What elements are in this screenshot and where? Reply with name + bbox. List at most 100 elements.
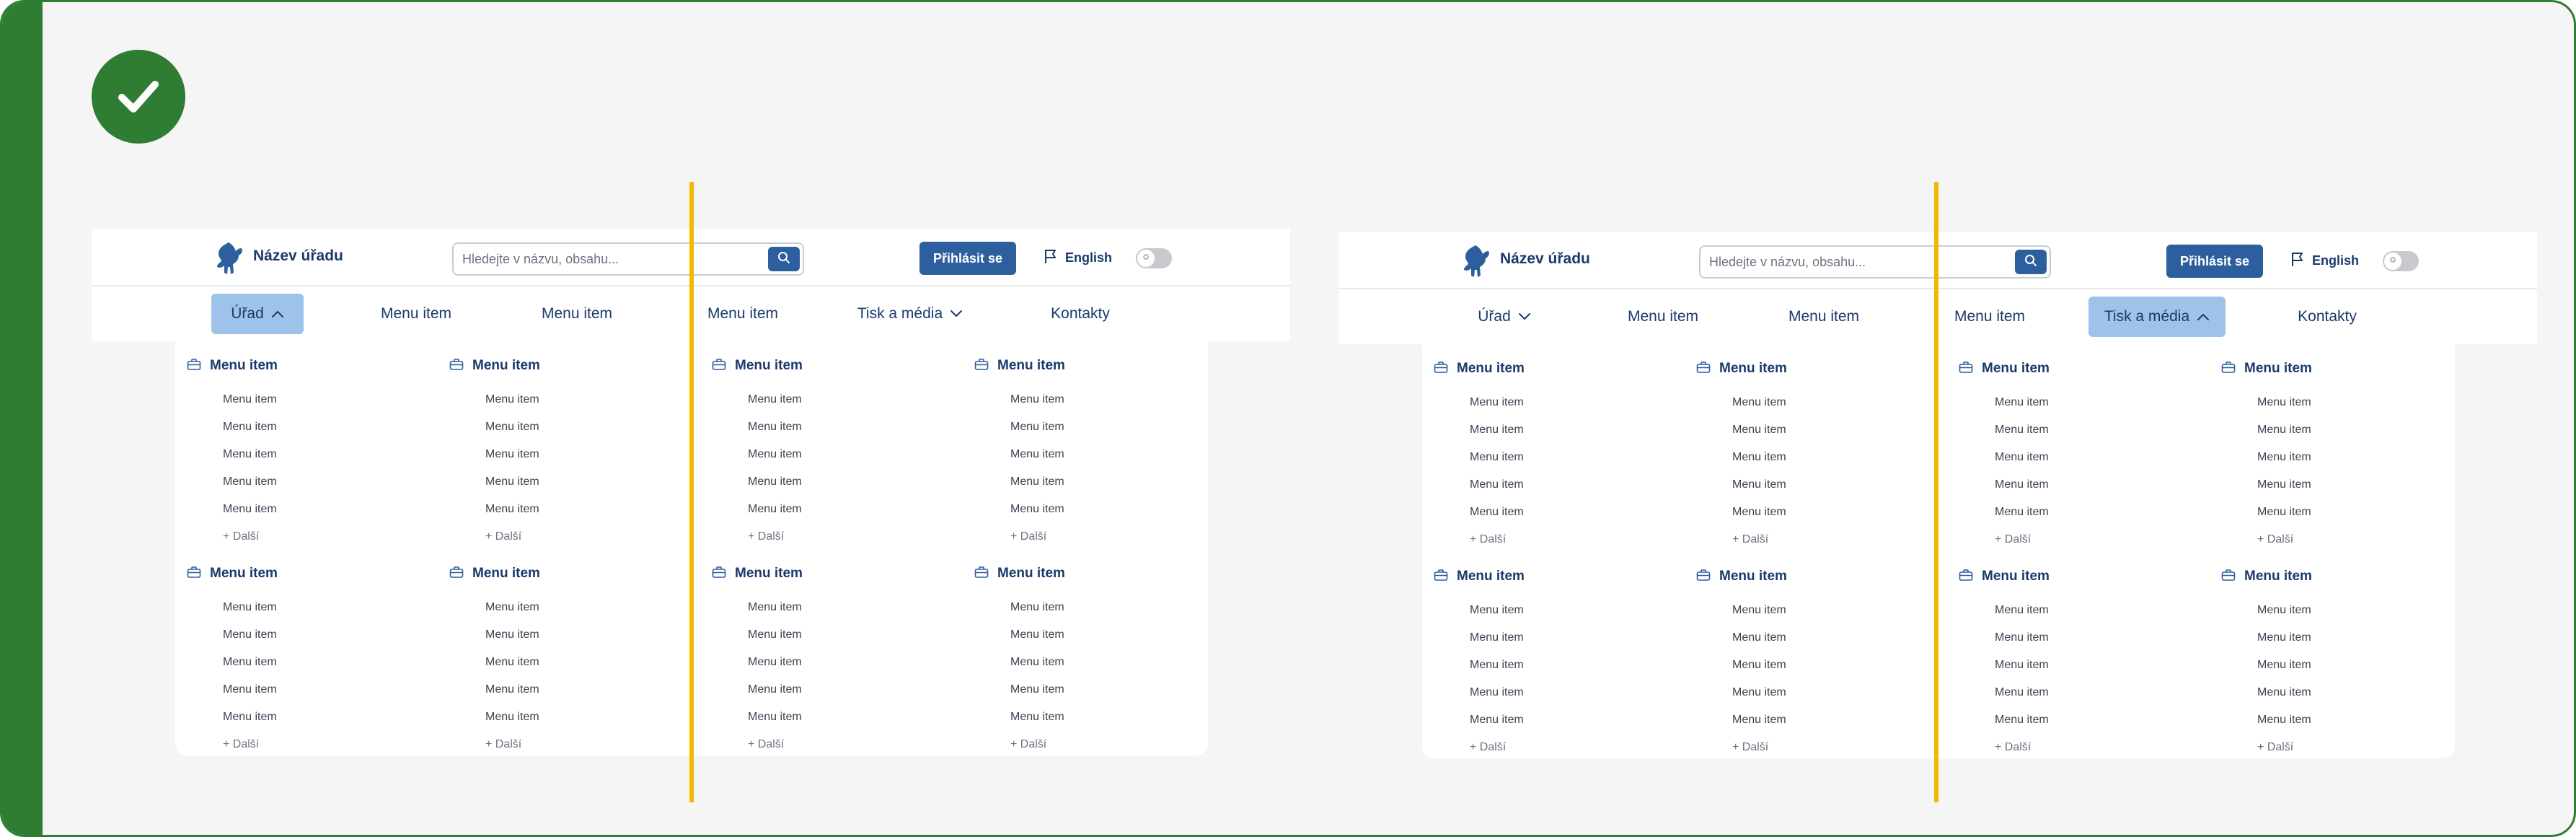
more-link[interactable]: + Další (1010, 738, 1046, 751)
menu-sub-item[interactable]: Menu item (485, 421, 539, 434)
menu-sub-item[interactable]: Menu item (485, 503, 539, 516)
menu-sub-item[interactable]: Menu item (1470, 631, 1524, 644)
menu-group-heading[interactable]: Menu item (712, 356, 803, 376)
menu-sub-item[interactable]: Menu item (485, 393, 539, 406)
menu-sub-item[interactable]: Menu item (223, 393, 277, 406)
nav-item[interactable]: Menu item (1763, 297, 1885, 337)
menu-group-heading[interactable]: Menu item (712, 564, 803, 584)
menu-sub-item[interactable]: Menu item (1732, 631, 1786, 644)
menu-sub-item[interactable]: Menu item (223, 628, 277, 641)
menu-sub-item[interactable]: Menu item (485, 683, 539, 696)
search-input[interactable] (1709, 253, 2012, 271)
menu-sub-item[interactable]: Menu item (2257, 686, 2311, 699)
more-link[interactable]: + Další (1995, 741, 2031, 754)
nav-item[interactable]: Tisk a média (2088, 297, 2226, 337)
menu-sub-item[interactable]: Menu item (1470, 506, 1524, 519)
menu-sub-item[interactable]: Menu item (1470, 714, 1524, 727)
lion-emblem-icon[interactable] (1460, 244, 1491, 279)
menu-sub-item[interactable]: Menu item (1732, 714, 1786, 727)
menu-sub-item[interactable]: Menu item (1732, 424, 1786, 437)
menu-sub-item[interactable]: Menu item (223, 503, 277, 516)
menu-sub-item[interactable]: Menu item (485, 711, 539, 724)
org-name[interactable]: Název úřadu (1500, 250, 1590, 268)
menu-sub-item[interactable]: Menu item (2257, 478, 2311, 491)
menu-sub-item[interactable]: Menu item (1732, 396, 1786, 409)
menu-sub-item[interactable]: Menu item (485, 448, 539, 461)
more-link[interactable]: + Další (223, 738, 259, 751)
menu-sub-item[interactable]: Menu item (1732, 604, 1786, 617)
menu-sub-item[interactable]: Menu item (748, 628, 802, 641)
menu-sub-item[interactable]: Menu item (485, 476, 539, 488)
menu-sub-item[interactable]: Menu item (1995, 604, 2049, 617)
menu-sub-item[interactable]: Menu item (1470, 478, 1524, 491)
menu-sub-item[interactable]: Menu item (2257, 604, 2311, 617)
menu-group-heading[interactable]: Menu item (1434, 359, 1525, 379)
login-button[interactable]: Přihlásit se (919, 242, 1016, 275)
nav-item[interactable]: Menu item (1928, 297, 2051, 337)
menu-sub-item[interactable]: Menu item (1010, 503, 1064, 516)
menu-sub-item[interactable]: Menu item (223, 683, 277, 696)
menu-sub-item[interactable]: Menu item (1010, 476, 1064, 488)
org-name[interactable]: Název úřadu (253, 247, 343, 265)
nav-item[interactable]: Menu item (351, 294, 481, 334)
nav-item[interactable]: Menu item (516, 294, 638, 334)
menu-sub-item[interactable]: Menu item (1732, 478, 1786, 491)
more-link[interactable]: + Další (1995, 533, 2031, 546)
menu-sub-item[interactable]: Menu item (2257, 424, 2311, 437)
more-link[interactable]: + Další (223, 530, 259, 543)
menu-sub-item[interactable]: Menu item (1010, 711, 1064, 724)
nav-item[interactable]: Tisk a média (842, 294, 979, 334)
language-switch[interactable]: English (2290, 250, 2359, 271)
menu-sub-item[interactable]: Menu item (748, 476, 802, 488)
menu-sub-item[interactable]: Menu item (1995, 424, 2049, 437)
menu-group-heading[interactable]: Menu item (449, 564, 540, 584)
more-link[interactable]: + Další (1732, 741, 1768, 754)
language-switch[interactable]: English (1044, 247, 1112, 268)
menu-sub-item[interactable]: Menu item (1995, 478, 2049, 491)
more-link[interactable]: + Další (748, 530, 784, 543)
menu-sub-item[interactable]: Menu item (2257, 659, 2311, 672)
menu-sub-item[interactable]: Menu item (748, 683, 802, 696)
menu-sub-item[interactable]: Menu item (485, 628, 539, 641)
more-link[interactable]: + Další (2257, 533, 2293, 546)
theme-toggle[interactable] (1136, 248, 1172, 268)
menu-sub-item[interactable]: Menu item (223, 656, 277, 669)
menu-sub-item[interactable]: Menu item (2257, 506, 2311, 519)
menu-sub-item[interactable]: Menu item (223, 601, 277, 614)
theme-toggle[interactable] (2383, 251, 2419, 271)
menu-sub-item[interactable]: Menu item (223, 711, 277, 724)
menu-sub-item[interactable]: Menu item (1010, 656, 1064, 669)
menu-sub-item[interactable]: Menu item (485, 656, 539, 669)
menu-sub-item[interactable]: Menu item (1470, 451, 1524, 464)
more-link[interactable]: + Další (1010, 530, 1046, 543)
menu-sub-item[interactable]: Menu item (1010, 448, 1064, 461)
nav-item[interactable]: Úřad (1458, 297, 1551, 337)
menu-group-heading[interactable]: Menu item (2221, 359, 2312, 379)
menu-group-heading[interactable]: Menu item (449, 356, 540, 376)
more-link[interactable]: + Další (1470, 741, 1506, 754)
menu-sub-item[interactable]: Menu item (2257, 631, 2311, 644)
search-button[interactable] (2015, 250, 2047, 274)
search-input[interactable] (462, 250, 765, 268)
menu-group-heading[interactable]: Menu item (1696, 566, 1787, 587)
menu-sub-item[interactable]: Menu item (748, 421, 802, 434)
menu-group-heading[interactable]: Menu item (1434, 566, 1525, 587)
nav-item[interactable]: Menu item (682, 294, 804, 334)
menu-sub-item[interactable]: Menu item (1995, 451, 2049, 464)
menu-sub-item[interactable]: Menu item (1732, 659, 1786, 672)
menu-sub-item[interactable]: Menu item (223, 421, 277, 434)
menu-group-heading[interactable]: Menu item (187, 356, 278, 376)
menu-sub-item[interactable]: Menu item (1995, 714, 2049, 727)
nav-item[interactable]: Úřad (211, 294, 304, 334)
menu-sub-item[interactable]: Menu item (1732, 451, 1786, 464)
menu-sub-item[interactable]: Menu item (485, 601, 539, 614)
menu-sub-item[interactable]: Menu item (1995, 631, 2049, 644)
menu-sub-item[interactable]: Menu item (223, 448, 277, 461)
menu-sub-item[interactable]: Menu item (748, 601, 802, 614)
more-link[interactable]: + Další (1470, 533, 1506, 546)
menu-sub-item[interactable]: Menu item (1995, 396, 2049, 409)
menu-sub-item[interactable]: Menu item (1470, 659, 1524, 672)
menu-sub-item[interactable]: Menu item (1010, 683, 1064, 696)
menu-sub-item[interactable]: Menu item (748, 656, 802, 669)
menu-sub-item[interactable]: Menu item (1995, 686, 2049, 699)
